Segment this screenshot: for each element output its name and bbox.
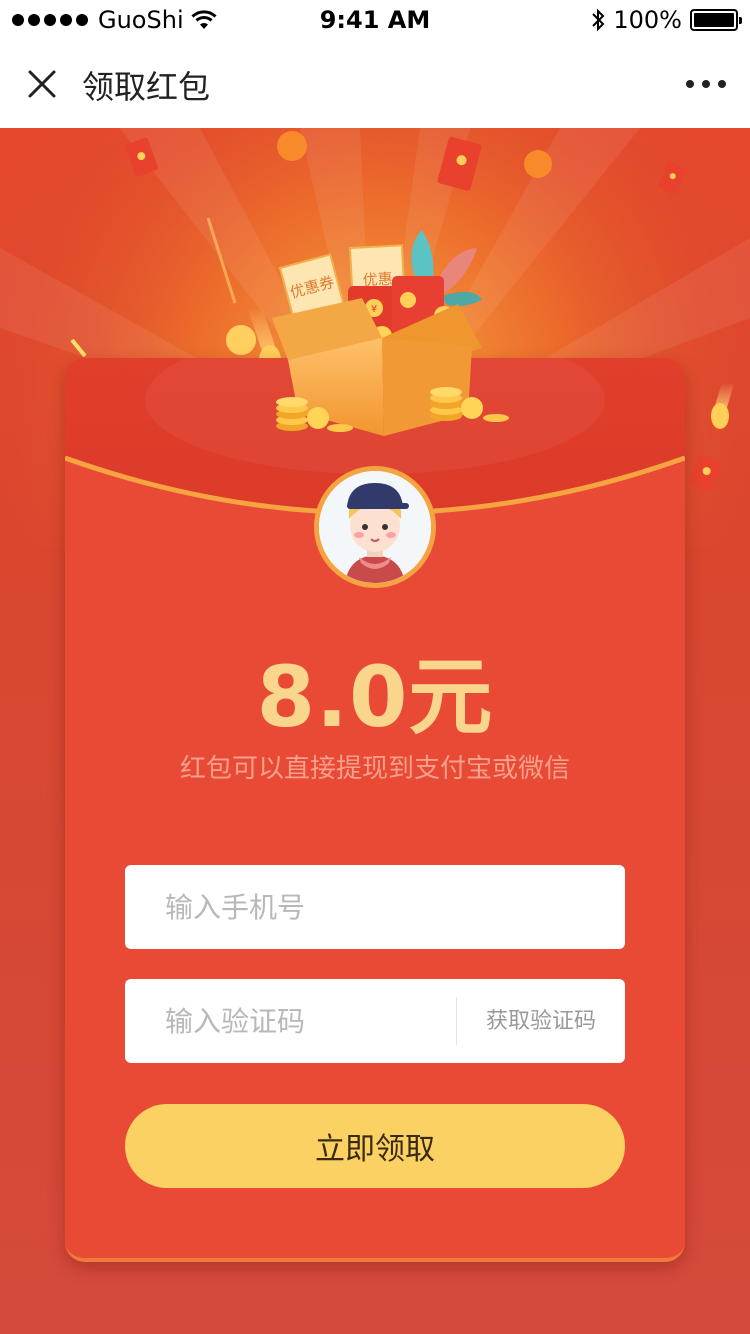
avatar [314, 466, 436, 588]
more-menu-button[interactable] [686, 70, 726, 98]
red-packet-amount: 8.0元 [256, 648, 494, 746]
close-icon[interactable] [22, 60, 62, 108]
avatar-illustration [319, 471, 431, 583]
more-dot-icon [718, 80, 726, 88]
battery-percent: 100% [613, 6, 682, 34]
more-dot-icon [702, 80, 710, 88]
bluetooth-icon [592, 8, 605, 32]
red-packet-subtitle: 红包可以直接提现到支付宝或微信 [179, 754, 570, 784]
page-title: 领取红包 [82, 68, 211, 106]
more-dot-icon [686, 80, 694, 88]
status-bar: GuoShi 9:41 AM 100% [0, 0, 750, 40]
claim-button[interactable]: 立即领取 [125, 1104, 625, 1188]
svg-text:¥: ¥ [371, 304, 377, 315]
nav-bar: 领取红包 [0, 40, 750, 128]
battery-icon [690, 9, 742, 31]
get-code-button[interactable]: 获取验证码 [470, 1000, 612, 1044]
status-right: 100% [591, 6, 742, 34]
gift-box-illustration: 优惠 优惠券 ¥ [272, 230, 509, 436]
phone-input[interactable] [125, 865, 625, 949]
input-divider [456, 997, 457, 1045]
